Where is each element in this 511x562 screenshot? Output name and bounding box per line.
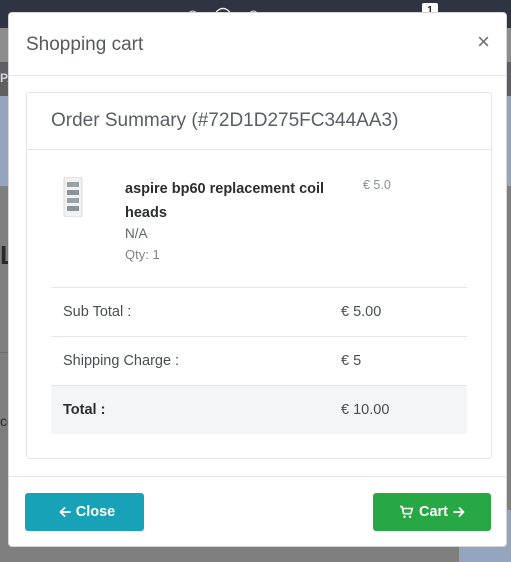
subtotal-row: Sub Total : € 5.00 — [51, 287, 467, 336]
cart-button-label: Cart — [418, 504, 448, 520]
total-label: Total : — [63, 402, 106, 418]
shipping-value: € 5 — [341, 353, 362, 369]
order-summary-header: Order Summary (#72D1D275FC344AA3) — [27, 93, 491, 150]
subtotal-label: Sub Total : — [63, 304, 132, 320]
cart-item: aspire bp60 replacement coil heads € 5.0… — [51, 165, 471, 285]
coil-heads-image — [63, 177, 83, 217]
cart-icon — [399, 505, 414, 518]
shipping-label: Shipping Charge : — [63, 353, 180, 369]
subtotal-value: € 5.00 — [341, 304, 382, 320]
shopping-cart-modal: Shopping cart × Order Summary (#72D1D275… — [8, 12, 507, 547]
modal-footer: Close Cart — [9, 476, 506, 546]
total-value: € 10.00 — [341, 402, 390, 418]
modal-header: Shopping cart × — [9, 13, 506, 76]
shipping-row: Shipping Charge : € 5 — [51, 336, 467, 385]
order-summary-card: Order Summary (#72D1D275FC344AA3) aspire… — [26, 92, 492, 459]
item-quantity: Qty: 1 — [125, 247, 160, 262]
arrow-left-icon — [59, 507, 71, 517]
order-totals: Sub Total : € 5.00 Shipping Charge : € 5… — [51, 287, 467, 434]
item-variant: N/A — [125, 226, 148, 241]
total-row: Total : € 10.00 — [51, 385, 467, 434]
item-name[interactable]: aspire bp60 replacement coil heads — [125, 177, 325, 225]
modal-title: Shopping cart — [26, 34, 144, 55]
close-button[interactable]: Close — [25, 493, 144, 531]
order-summary-title: Order Summary (#72D1D275FC344AA3) — [51, 110, 399, 131]
close-button-label: Close — [75, 504, 116, 520]
cart-button[interactable]: Cart — [373, 493, 491, 531]
arrow-right-icon — [453, 507, 465, 517]
item-price: € 5.0 — [363, 178, 391, 192]
close-icon[interactable]: × — [477, 31, 490, 53]
